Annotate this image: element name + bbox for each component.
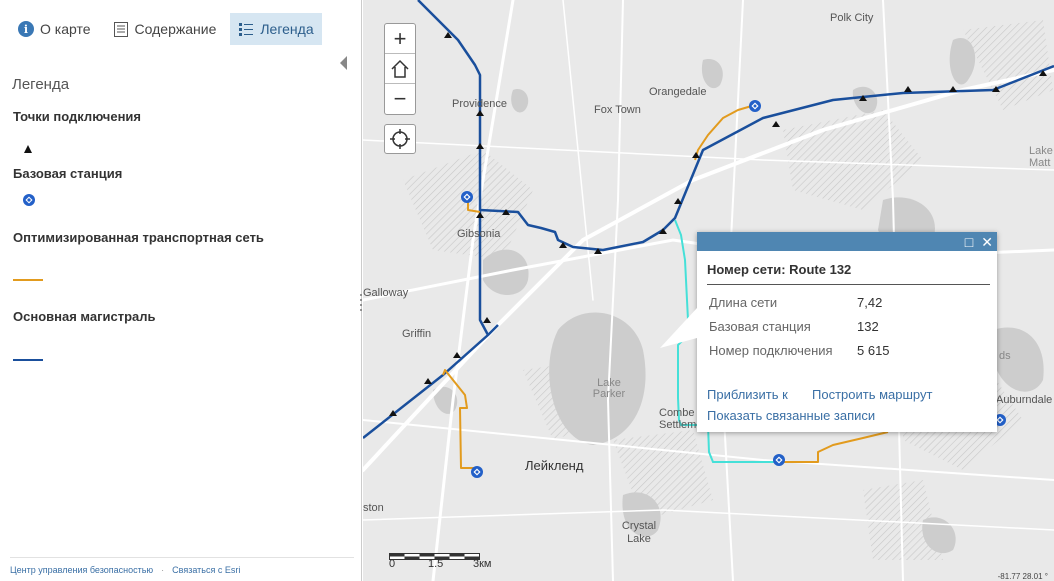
tab-legend[interactable]: Легенда (230, 13, 322, 45)
popup-field-label: Номер подключения (709, 343, 833, 358)
popup-field-label: Базовая станция (709, 319, 811, 334)
place-label: Auburndale (996, 394, 1053, 406)
sidebar-panel: i О карте Содержание Легенда Легенда Точ… (0, 0, 362, 581)
footer-separator: · (161, 564, 165, 575)
zoom-to-link[interactable]: Приблизить к (707, 387, 788, 402)
popup-field-label: Длина сети (709, 295, 778, 310)
tab-contents[interactable]: Содержание (105, 13, 225, 45)
app: i О карте Содержание Легенда Легенда Точ… (0, 0, 1054, 581)
get-directions-link[interactable]: Построить маршрут (812, 387, 932, 402)
scale-bar: 0 1.5 3км (389, 548, 492, 570)
place-label: ds (999, 350, 1011, 362)
content-list-icon (113, 21, 129, 37)
feature-popup: □ ✕ Номер сети: Route 132 Длина сети 7,4… (697, 232, 997, 432)
tab-legend-label: Легенда (260, 21, 314, 37)
collapse-panel-icon[interactable] (340, 56, 350, 70)
popup-header: □ ✕ (697, 232, 997, 251)
place-label: Лейкленд (525, 458, 584, 473)
home-button[interactable] (385, 54, 415, 84)
scale-label: 1.5 (428, 558, 444, 570)
place-label: Crystal Lake (621, 520, 657, 545)
tab-contents-label: Содержание (134, 21, 217, 37)
popup-title: Номер сети: Route 132 (707, 262, 852, 277)
show-related-records-link[interactable]: Показать связанные записи (707, 408, 875, 423)
info-icon: i (18, 21, 34, 37)
sidebar-tabs: i О карте Содержание Легенда (10, 13, 322, 45)
place-label: Lake Matt (1029, 145, 1053, 169)
orange-line-symbol-icon (13, 269, 45, 287)
close-icon[interactable]: ✕ (981, 235, 993, 249)
triangle-symbol-icon (24, 140, 32, 158)
popup-field-value: 7,42 (857, 295, 883, 310)
sidebar-footer: Центр управления безопасностью · Связать… (10, 557, 354, 581)
place-label: Griffin (402, 328, 432, 340)
zoom-in-button[interactable]: + (385, 24, 415, 54)
place-label: Combe Settlement (659, 407, 712, 431)
locate-icon (390, 129, 410, 149)
place-label: Orangedale (649, 86, 707, 98)
scale-label: 3км (473, 558, 492, 570)
popup-field-value: 132 (857, 319, 879, 334)
legend-label-optimized-network: Оптимизированная транспортная сеть (13, 230, 264, 245)
zoom-out-button[interactable]: − (385, 84, 415, 114)
place-label: ston (363, 502, 384, 514)
trust-center-link[interactable]: Центр управления безопасностью (10, 565, 153, 575)
maximize-icon[interactable]: □ (965, 235, 973, 249)
place-label: Polk City (830, 12, 874, 24)
tab-about[interactable]: i О карте (10, 13, 99, 45)
legend-label-base-station: Базовая станция (13, 166, 123, 181)
zoom-controls: + − (384, 23, 416, 115)
blue-line-symbol-icon (13, 349, 45, 367)
place-label: Galloway (363, 287, 409, 299)
station-symbol-icon (22, 193, 36, 212)
legend-label-connection-points: Точки подключения (13, 109, 142, 124)
coordinates-readout: -81.77 28.01 ° (997, 572, 1048, 581)
contact-esri-link[interactable]: Связаться с Esri (172, 565, 240, 575)
popup-field-value: 5 615 (857, 343, 890, 358)
place-label: Providence (452, 98, 508, 110)
place-label: Gibsonia (457, 228, 501, 240)
legend-heading: Легенда (12, 76, 70, 93)
home-icon (391, 59, 409, 78)
legend-label-main-line: Основная магистраль (13, 309, 156, 324)
popup-pointer (660, 308, 697, 348)
place-label: Lake Parker (592, 377, 626, 400)
scale-label: 0 (389, 558, 396, 570)
locate-button[interactable] (384, 124, 416, 154)
popup-divider (707, 284, 990, 285)
tab-about-label: О карте (40, 21, 91, 37)
legend-icon (238, 21, 254, 37)
place-label: Fox Town (594, 104, 641, 116)
